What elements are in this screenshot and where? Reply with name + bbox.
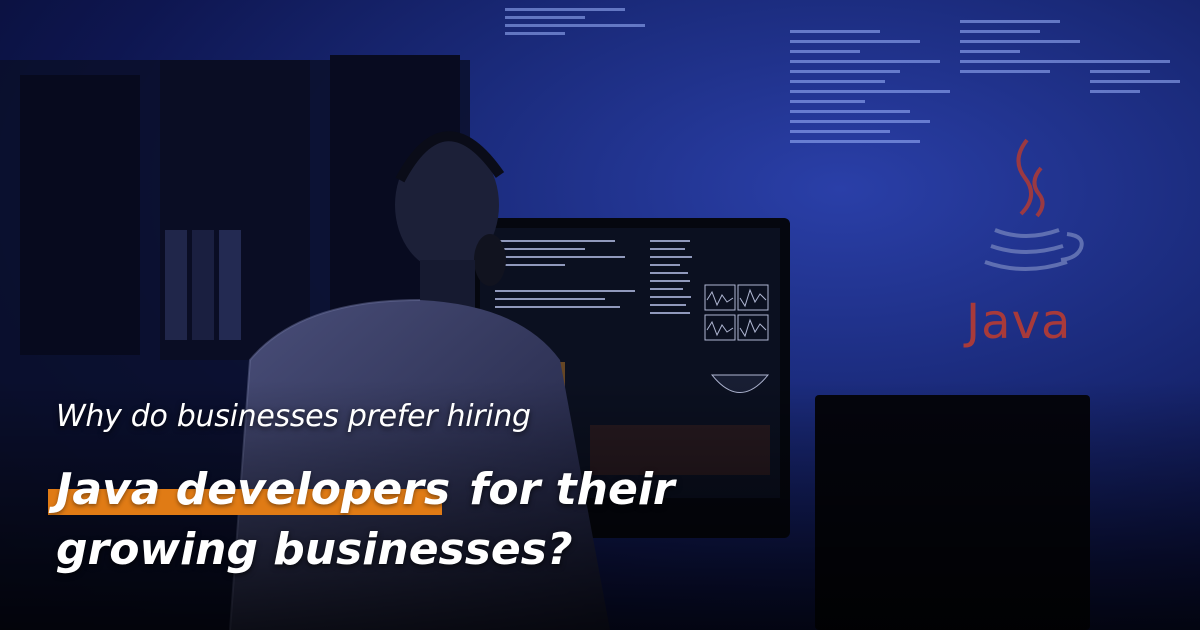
java-logo-wordmark: Java bbox=[966, 294, 1072, 350]
hero-banner: Java Why do businesses prefer hiring Jav… bbox=[0, 0, 1200, 630]
headline-line-3: growing businesses? bbox=[56, 524, 573, 575]
headline: Why do businesses prefer hiring Java dev… bbox=[48, 395, 756, 579]
headline-subtitle: Why do businesses prefer hiring bbox=[56, 399, 531, 434]
headline-highlight: Java developers bbox=[56, 464, 451, 515]
code-overlay bbox=[505, 8, 1180, 143]
headline-line-2: Java developers for their bbox=[48, 461, 756, 521]
headline-line-2-rest: for their bbox=[469, 464, 675, 515]
